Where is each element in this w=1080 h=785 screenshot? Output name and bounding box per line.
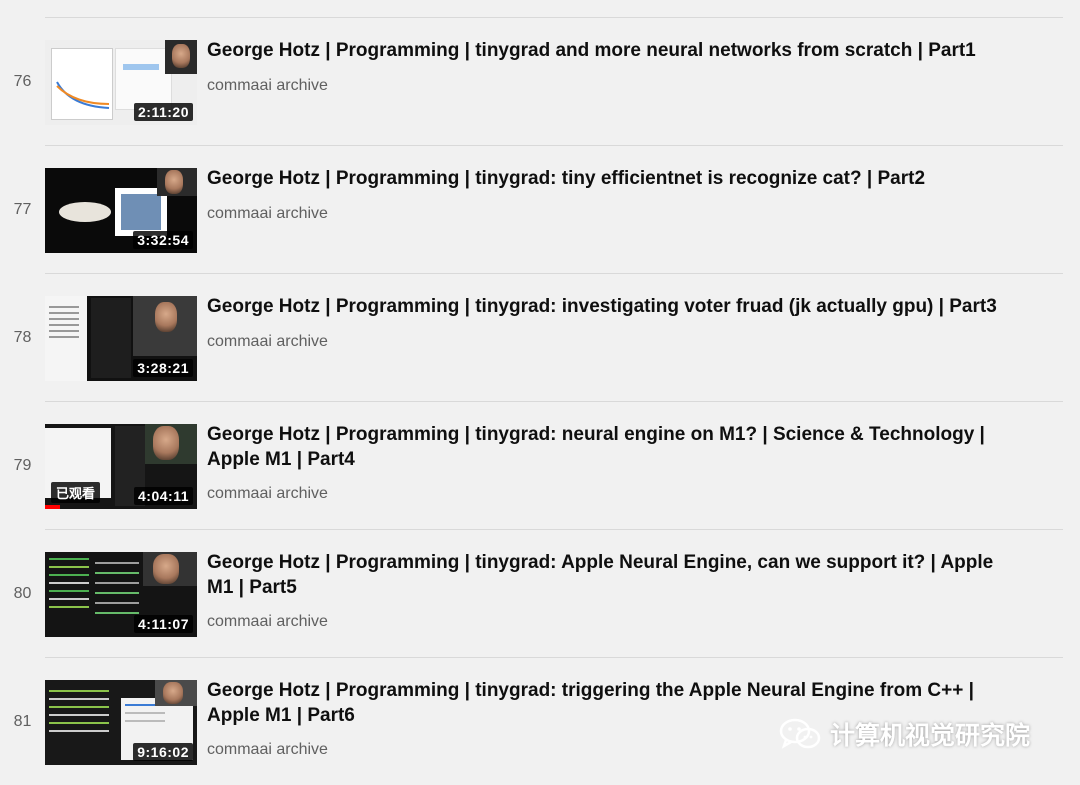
video-row[interactable]: 78 3:28:21 George Hotz | Programming | t…	[0, 273, 1080, 401]
channel-name[interactable]: commaai archive	[207, 741, 328, 759]
video-title[interactable]: George Hotz | Programming | tinygrad: Ap…	[207, 550, 997, 600]
video-row[interactable]: 77 3:32:54 George Hotz | Programming | t…	[0, 145, 1080, 273]
channel-name[interactable]: commaai archive	[207, 333, 328, 351]
video-thumbnail[interactable]: 4:11:07	[45, 552, 197, 637]
duration-badge: 4:11:07	[134, 615, 193, 633]
channel-name[interactable]: commaai archive	[207, 77, 328, 95]
video-title[interactable]: George Hotz | Programming | tinygrad: ti…	[207, 166, 997, 191]
watermark: 计算机视觉研究院	[778, 714, 1030, 754]
video-index: 79	[13, 457, 32, 474]
channel-name[interactable]: commaai archive	[207, 485, 328, 503]
video-index: 76	[13, 73, 32, 90]
video-title[interactable]: George Hotz | Programming | tinygrad: ne…	[207, 422, 997, 472]
video-row[interactable]: 76 2:11:20 George Hotz | Programming | t…	[0, 17, 1080, 145]
video-title[interactable]: George Hotz | Programming | tinygrad and…	[207, 38, 997, 63]
video-thumbnail[interactable]: 3:32:54	[45, 168, 197, 253]
video-thumbnail[interactable]: 已观看 4:04:11	[45, 424, 197, 509]
watched-badge: 已观看	[51, 482, 101, 503]
video-row[interactable]: 79 已观看 4:04:11 George Hotz | Programming…	[0, 401, 1080, 529]
video-index: 80	[13, 585, 32, 602]
watermark-text: 计算机视觉研究院	[830, 721, 1031, 750]
watch-progress-bar	[45, 505, 61, 509]
duration-badge: 3:32:54	[133, 231, 193, 249]
video-thumbnail[interactable]: 2:11:20	[45, 40, 197, 125]
video-thumbnail[interactable]: 3:28:21	[45, 296, 197, 381]
duration-badge: 4:04:11	[134, 487, 193, 505]
wechat-icon	[779, 718, 821, 749]
video-index: 78	[13, 329, 32, 346]
video-row[interactable]: 80 4:11:07 George Hotz | Programming | t…	[0, 529, 1080, 657]
video-index: 81	[13, 713, 32, 730]
channel-name[interactable]: commaai archive	[207, 205, 328, 223]
duration-badge: 9:16:02	[133, 743, 193, 761]
channel-name[interactable]: commaai archive	[207, 613, 328, 631]
video-title[interactable]: George Hotz | Programming | tinygrad: in…	[207, 294, 997, 319]
duration-badge: 3:28:21	[133, 359, 193, 377]
video-index: 77	[13, 201, 32, 218]
duration-badge: 2:11:20	[134, 103, 193, 121]
video-thumbnail[interactable]: 9:16:02	[45, 680, 197, 765]
